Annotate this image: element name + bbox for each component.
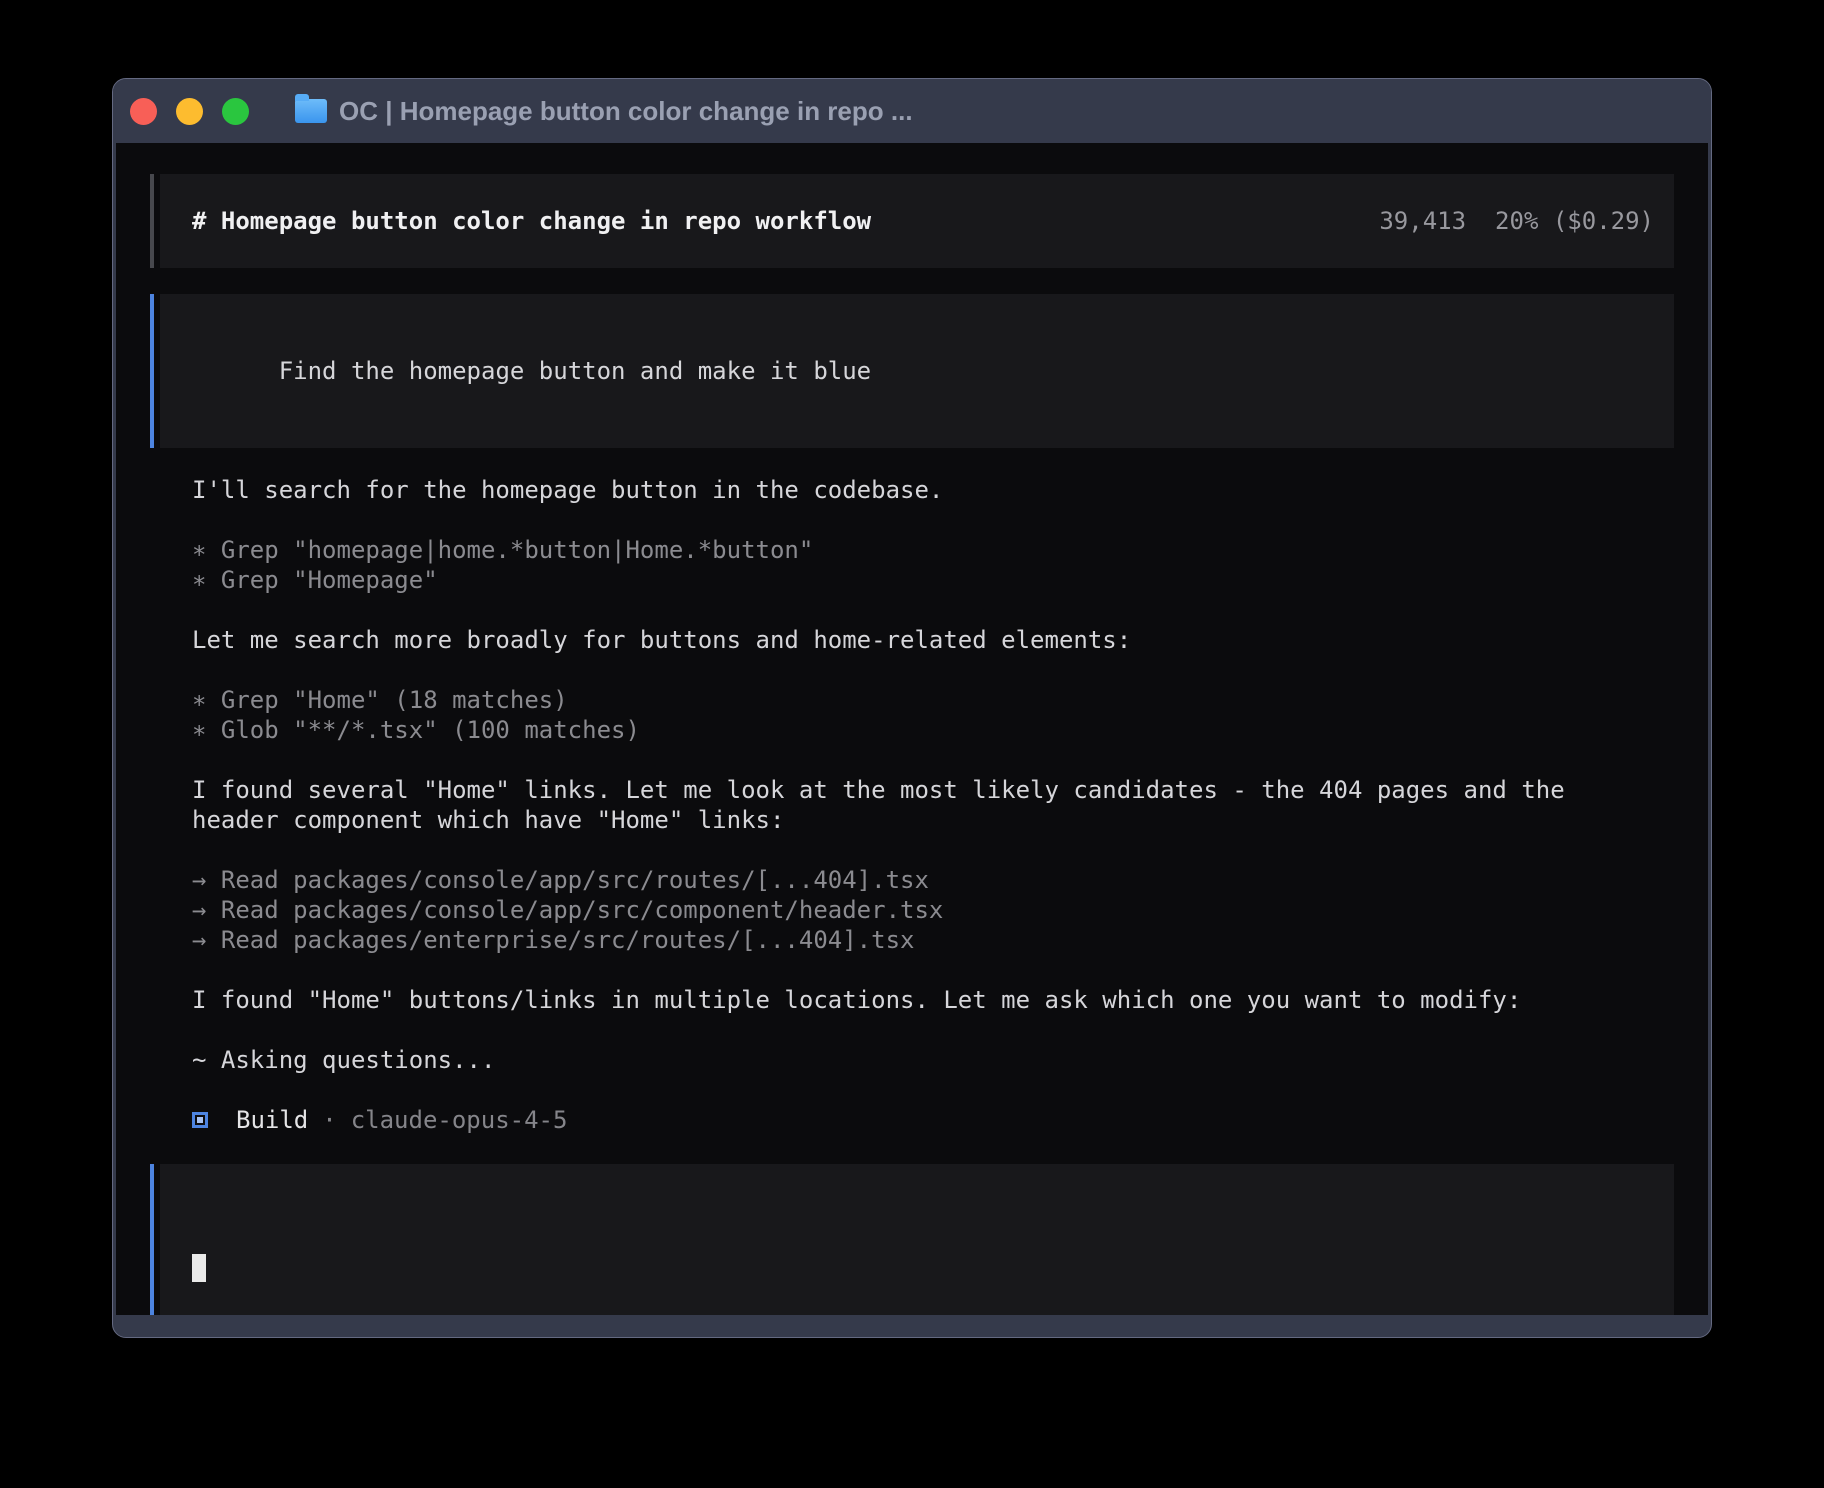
terminal-window: OC | Homepage button color change in rep… (112, 78, 1712, 1338)
session-title: # Homepage button color change in repo w… (192, 206, 871, 236)
close-window-button[interactable] (130, 98, 157, 125)
spacer-line (192, 1075, 1674, 1105)
assistant-transcript: I'll search for the homepage button in t… (152, 475, 1674, 1135)
spacer-line (192, 835, 1674, 865)
assistant-text-line: I'll search for the homepage button in t… (192, 475, 1674, 505)
input-line (192, 1252, 1654, 1282)
tool-call-line: → Read packages/console/app/src/routes/[… (192, 865, 1674, 895)
text-cursor-block (192, 1254, 206, 1282)
tool-call-line: ∗ Glob "**/*.tsx" (100 matches) (192, 715, 1674, 745)
token-count: 39,413 (1379, 207, 1466, 235)
build-agent-icon (192, 1112, 208, 1128)
assistant-text-line: Let me search more broadly for buttons a… (192, 625, 1674, 655)
maximize-window-button[interactable] (222, 98, 249, 125)
assistant-text-line: header component which have "Home" links… (192, 805, 1674, 835)
spacer-line (192, 655, 1674, 685)
status-text-line: ~ Asking questions... (192, 1045, 1674, 1075)
window-bottom-edge (113, 1315, 1711, 1337)
window-title: OC | Homepage button color change in rep… (339, 96, 913, 127)
folder-icon (295, 99, 327, 123)
tool-call-line: ∗ Grep "Homepage" (192, 565, 1674, 595)
assistant-text-line: I found "Home" buttons/links in multiple… (192, 985, 1674, 1015)
agent-name: Build (236, 1105, 308, 1135)
tool-call-line: → Read packages/enterprise/src/routes/[.… (192, 925, 1674, 955)
agent-status-line: Build · claude-opus-4-5 (192, 1105, 1674, 1135)
spacer-line (192, 595, 1674, 625)
tool-call-line: → Read packages/console/app/src/componen… (192, 895, 1674, 925)
prompt-input-area[interactable]: BuildClaude Opus 4.5OpenCode Zen (160, 1164, 1674, 1315)
user-message-text: Find the homepage button and make it blu… (279, 357, 871, 385)
separator-dot: · (322, 1105, 336, 1135)
terminal-content: # Homepage button color change in repo w… (116, 143, 1708, 1315)
window-titlebar[interactable]: OC | Homepage button color change in rep… (113, 79, 1711, 143)
spacer-line (192, 745, 1674, 775)
session-header-panel: # Homepage button color change in repo w… (160, 174, 1674, 268)
assistant-text-line: I found several "Home" links. Let me loo… (192, 775, 1674, 805)
tool-call-line: ∗ Grep "homepage|home.*button|Home.*butt… (192, 535, 1674, 565)
spacer-line (192, 955, 1674, 985)
minimize-window-button[interactable] (176, 98, 203, 125)
spacer-line (192, 1015, 1674, 1045)
spacer-line (192, 505, 1674, 535)
agent-model: claude-opus-4-5 (351, 1105, 568, 1135)
user-message-panel: Find the homepage button and make it blu… (160, 294, 1674, 448)
tool-call-line: ∗ Grep "Home" (18 matches) (192, 685, 1674, 715)
context-usage: 20% ($0.29) (1495, 207, 1654, 235)
session-stats: 39,413 20% ($0.29) (1379, 206, 1654, 236)
